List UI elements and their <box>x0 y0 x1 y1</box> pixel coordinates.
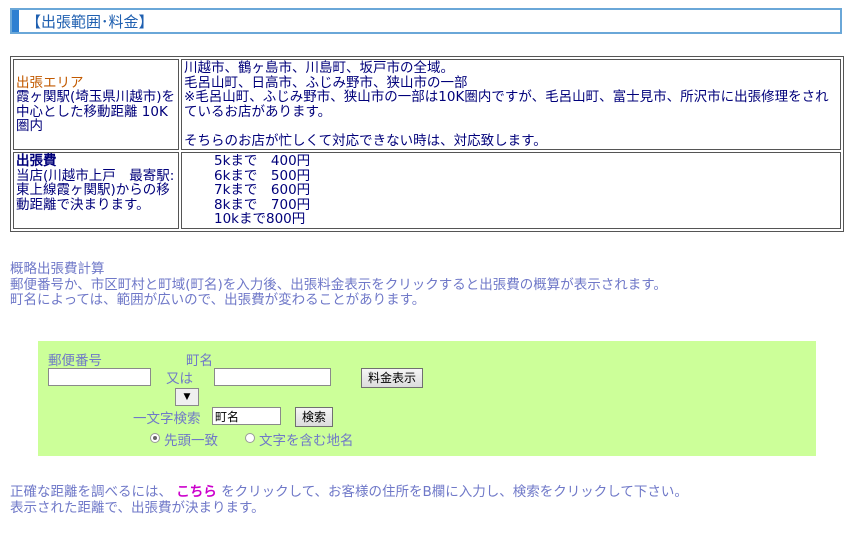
note-line-2: 表示された距離で、出張費が決まります。 <box>10 499 265 516</box>
service-area-table: 出張エリア 霞ヶ関駅(埼玉県川越市)を中心とした移動距離 10K 圏内 川越市、… <box>10 56 844 232</box>
fee-item: 5kまで 400円 <box>214 153 311 169</box>
distance-note: 正確な距離を調べるには、 こちら をクリックして、お客様の住所をB欄に入力し、検… <box>10 484 688 516</box>
fee-row: 出張費 当店(川越市上戸 最寄駅:東上線霞ヶ関駅)からの移動距離で決まります。 … <box>13 152 841 229</box>
fee-desc: 当店(川越市上戸 最寄駅:東上線霞ヶ関駅)からの移動距離で決まります。 <box>16 167 175 213</box>
search-input[interactable] <box>212 407 281 425</box>
fee-calc-form: 郵便番号 町名 又は 料金表示 ▼ 一文字検索 検索 先頭一致 文字を含む地名 <box>38 341 816 456</box>
calc-description: 概略出張費計算 郵便番号か、市区町村と町域(町名)を入力後、出張料金表示をクリッ… <box>10 261 667 309</box>
fee-item: 10kまで800円 <box>214 211 306 227</box>
area-line-2: 毛呂山町、日高市、ふじみ野市、狭山市の一部 <box>184 74 468 91</box>
search-button[interactable]: 検索 <box>295 407 334 427</box>
area-desc: 霞ヶ関駅(埼玉県川越市)を中心とした移動距離 10K 圏内 <box>16 89 176 134</box>
area-line-3: ※毛呂山町、ふじみ野市、狭山市の一部は10K圏内ですが、毛呂山町、富士見市、所沢… <box>184 89 829 120</box>
show-fee-button[interactable]: 料金表示 <box>361 368 424 388</box>
town-input[interactable] <box>214 368 331 386</box>
section-title-bar: 【出張範囲･料金】 <box>10 8 842 34</box>
fee-item: 7kまで 600円 <box>214 182 311 198</box>
town-select[interactable]: ▼ <box>175 388 199 406</box>
area-cell-left: 出張エリア 霞ヶ関駅(埼玉県川越市)を中心とした移動距離 10K 圏内 <box>13 59 179 150</box>
fee-cell-right: 5kまで 400円 6kまで 500円 7kまで 600円 8kまで 700円 … <box>181 152 841 229</box>
radio-contains[interactable] <box>245 433 255 443</box>
chevron-down-icon: ▼ <box>183 392 191 402</box>
title-accent-bar <box>12 10 19 32</box>
section-title: 【出張範囲･料金】 <box>26 13 154 31</box>
search-label: 一文字検索 <box>133 411 201 427</box>
radio-prefix-label: 先頭一致 <box>164 433 218 449</box>
or-label: 又は <box>166 371 193 387</box>
postal-label: 郵便番号 <box>48 353 102 369</box>
calc-line-1: 郵便番号か、市区町村と町域(町名)を入力後、出張料金表示をクリックすると出張費の… <box>10 276 667 293</box>
calc-line-2: 町名によっては、範囲が広いので、出張費が変わることがあります。 <box>10 292 426 308</box>
note-before-link: 正確な距離を調べるには、 <box>10 484 172 500</box>
fee-cell-left: 出張費 当店(川越市上戸 最寄駅:東上線霞ヶ関駅)からの移動距離で決まります。 <box>13 152 179 229</box>
area-line-4: そちらのお店が忙しくて対応できない時は、対応致します。 <box>184 132 547 149</box>
fee-item: 8kまで 700円 <box>214 196 311 213</box>
postal-code-input[interactable] <box>48 368 151 386</box>
area-line-1: 川越市、鶴ヶ島市、川島町、坂戸市の全域。 <box>184 60 454 76</box>
map-link[interactable]: こちら <box>176 484 217 500</box>
area-row: 出張エリア 霞ヶ関駅(埼玉県川越市)を中心とした移動距離 10K 圏内 川越市、… <box>13 59 841 150</box>
town-label: 町名 <box>186 353 213 369</box>
calc-title: 概略出張費計算 <box>10 261 105 277</box>
radio-contains-label: 文字を含む地名 <box>259 433 354 449</box>
note-after-link: をクリックして、お客様の住所をB欄に入力し、検索をクリックして下さい。 <box>221 484 688 500</box>
radio-prefix-match[interactable] <box>150 433 160 443</box>
fee-label: 出張費 <box>16 153 57 169</box>
area-label: 出張エリア <box>16 74 84 91</box>
note-line-1: 正確な距離を調べるには、 こちら をクリックして、お客様の住所をB欄に入力し、検… <box>10 484 688 501</box>
fee-item: 6kまで 500円 <box>214 167 311 184</box>
area-cell-right: 川越市、鶴ヶ島市、川島町、坂戸市の全域。 毛呂山町、日高市、ふじみ野市、狭山市の… <box>181 59 841 150</box>
